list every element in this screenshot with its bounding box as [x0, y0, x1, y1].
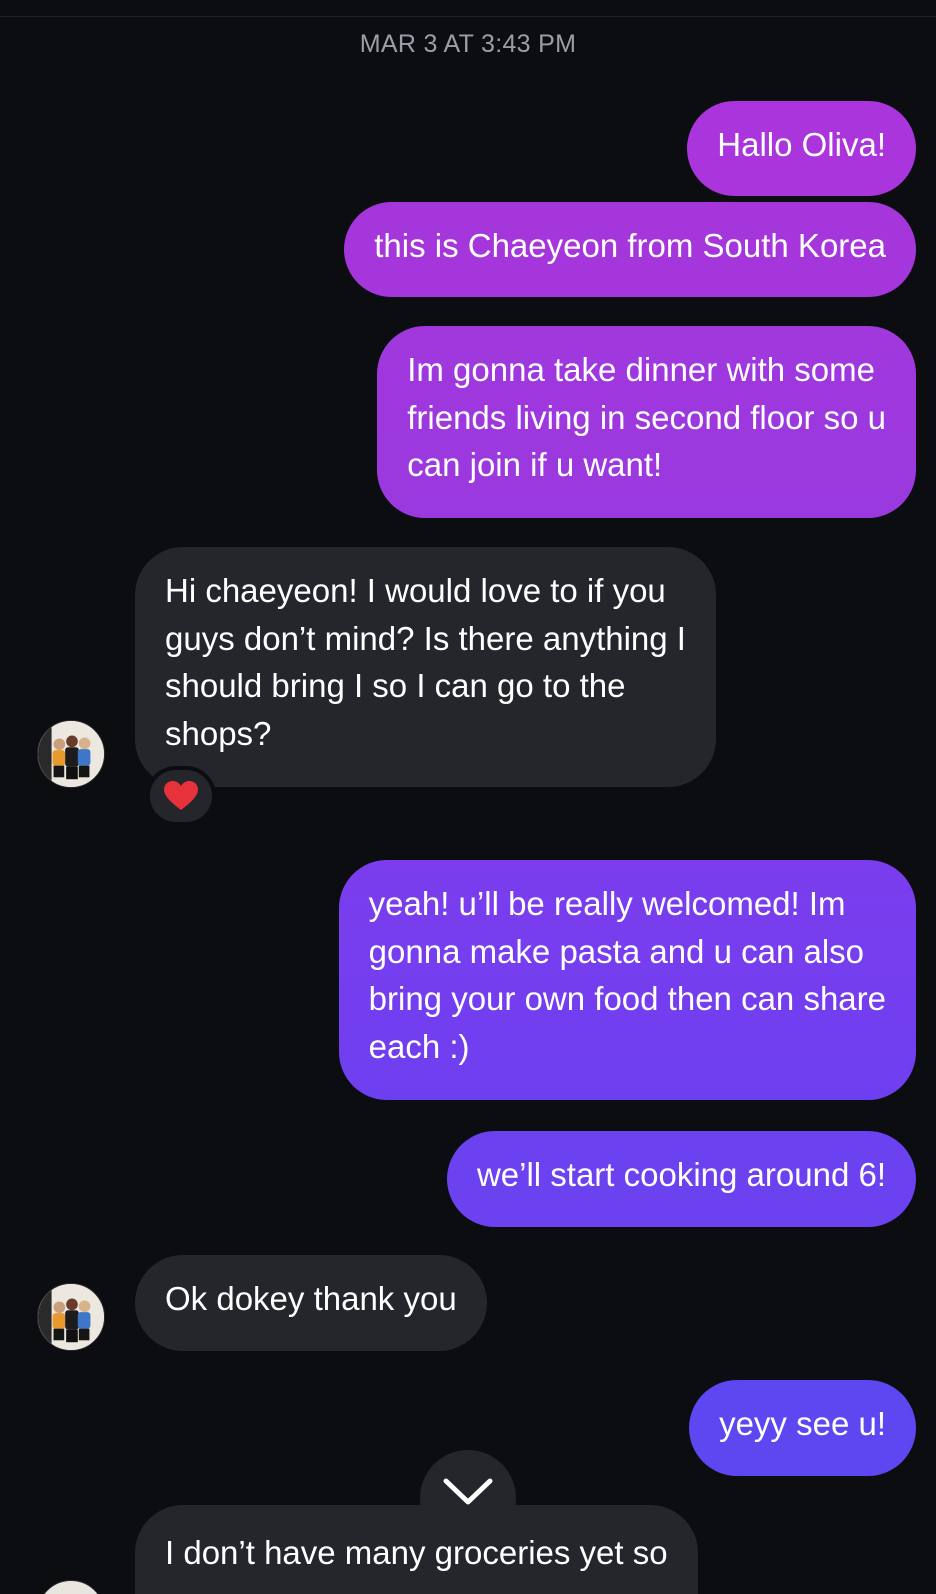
avatar-photo	[38, 1284, 104, 1350]
message-line: guys don’t mind? Is there anything I	[165, 619, 686, 657]
message-line: friends living in second floor so u	[407, 398, 886, 436]
sent-message-bubble[interactable]: yeah! u’ll be really welcomed! Im gonna …	[338, 860, 916, 1100]
message-text: Ok dokey thank you	[165, 1280, 457, 1317]
heart-icon	[164, 781, 198, 810]
message-line: shops?	[165, 714, 272, 752]
sent-message-bubble[interactable]: we’ll start cooking around 6!	[446, 1131, 916, 1227]
message-text: I don’t have many groceries yet so	[165, 1534, 668, 1571]
message-text: we’ll start cooking around 6!	[476, 1156, 886, 1193]
message-line: yeah! u’ll be really welcomed! Im	[368, 885, 846, 922]
sent-message-bubble[interactable]: Im gonna take dinner with some friends l…	[377, 326, 916, 518]
chat-screen: MAR 3 AT 3:43 PM Hallo Oliva! this is Ch…	[0, 0, 936, 1594]
received-message-bubble[interactable]: Ok dokey thank you	[135, 1255, 487, 1351]
message-text: Hallo Oliva!	[717, 126, 886, 163]
message-text: this is Chaeyeon from South Korea	[374, 227, 886, 264]
message-line: Im gonna take dinner with some	[407, 351, 875, 388]
message-line: Hi chaeyeon! I would love to if you	[165, 572, 666, 609]
header-divider	[0, 16, 936, 17]
message-text: yeyy see u!	[719, 1405, 886, 1442]
contact-avatar[interactable]	[37, 720, 105, 788]
message-line: each :)	[368, 1027, 470, 1065]
message-line: should bring I so I can go to the	[165, 667, 626, 704]
message-timestamp: MAR 3 AT 3:43 PM	[359, 30, 577, 58]
chevron-down-icon	[443, 1478, 493, 1505]
received-message-bubble[interactable]: I don’t have many groceries yet so	[135, 1505, 698, 1594]
contact-avatar[interactable]	[37, 1283, 105, 1351]
sent-message-bubble[interactable]: this is Chaeyeon from South Korea	[344, 202, 916, 297]
message-reaction[interactable]	[146, 766, 216, 826]
scroll-to-bottom-button[interactable]	[420, 1450, 516, 1546]
avatar-photo	[38, 721, 104, 787]
message-line: can join if u want!	[407, 446, 663, 483]
contact-avatar[interactable]	[37, 1580, 105, 1594]
message-line: gonna make pasta and u can also	[368, 932, 865, 970]
message-line: bring your own food then can share	[368, 980, 886, 1017]
received-message-bubble[interactable]: Hi chaeyeon! I would love to if you guys…	[135, 547, 716, 787]
sent-message-bubble[interactable]: yeyy see u!	[689, 1380, 916, 1476]
sent-message-bubble[interactable]: Hallo Oliva!	[687, 101, 916, 196]
